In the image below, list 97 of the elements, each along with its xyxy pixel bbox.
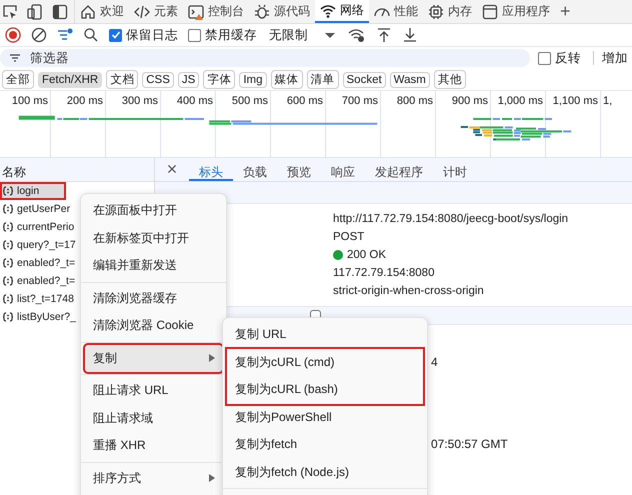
header-value: 07:50:57 GMT (431, 437, 509, 453)
clear-icon[interactable] (31, 27, 47, 43)
filter-icon[interactable] (57, 27, 73, 43)
type-filter-button[interactable]: 字体 (203, 70, 236, 89)
stop-recording-icon[interactable] (5, 27, 21, 43)
type-filter-button[interactable]: 其他 (434, 70, 466, 89)
json-icon (2, 293, 14, 305)
json-icon (2, 239, 14, 251)
type-filter-button[interactable]: 清单 (306, 70, 338, 89)
type-filter-button[interactable]: JS (178, 72, 200, 88)
menu-item[interactable]: 复制 (85, 344, 222, 372)
detail-tab[interactable]: 负载 (233, 158, 277, 181)
header-value: http://117.72.79.154:8080/jeecg-boot/sys/login (333, 213, 568, 225)
tick-label: 200 ms (66, 95, 103, 107)
download-icon[interactable] (402, 27, 418, 43)
type-filter-button[interactable]: 媒体 (270, 70, 302, 89)
menu-item[interactable]: 复制为fetch (Node.js) (227, 458, 423, 486)
panel-tab[interactable]: 控制台 (183, 0, 249, 23)
sidebar-icon[interactable] (52, 4, 68, 20)
detail-tab[interactable]: 计时 (433, 158, 477, 181)
tick-label: 700 ms (342, 95, 378, 107)
menu-item[interactable]: 清除浏览器 Cookie (85, 312, 222, 340)
wifi-icon (320, 2, 336, 18)
device-icon[interactable] (27, 4, 43, 20)
tick-label: 100 ms (12, 95, 48, 107)
tick-label: 300 ms (122, 95, 158, 107)
menu-item[interactable]: 复制 URL (227, 321, 423, 348)
tick-label: 400 ms (176, 95, 213, 107)
json-icon (2, 221, 14, 233)
type-filter-button[interactable]: Socket (342, 72, 386, 88)
column-header[interactable]: 名称 (0, 158, 154, 182)
chip-icon (428, 4, 444, 20)
tick-label: 600 ms (286, 95, 323, 107)
panel-tab[interactable]: 内存 (423, 0, 477, 23)
menu-item[interactable]: 复制为PowerShell (227, 404, 423, 431)
menu-item[interactable]: 阻止请求域 (85, 404, 222, 432)
panel-tab[interactable]: 欢迎 (75, 0, 129, 23)
json-icon (2, 311, 14, 323)
menu-item[interactable]: 重播 XHR (85, 432, 222, 460)
menu-item[interactable]: 复制为fetch (227, 431, 423, 458)
tick-label: 1,100 ms (552, 95, 598, 107)
console-icon (188, 4, 204, 20)
menu-item[interactable]: 排序方式 (85, 464, 222, 492)
home-icon (80, 4, 96, 20)
detail-tab[interactable]: 响应 (321, 158, 365, 181)
panel-tab[interactable]: 应用程序 (477, 0, 555, 23)
new-tab-button[interactable]: + (555, 0, 576, 23)
menu-item[interactable]: 在源面板中打开 (85, 197, 222, 224)
preserve-log-checkbox[interactable]: 保留日志 (109, 26, 178, 44)
more-filters-label[interactable]: 增加 (602, 50, 628, 66)
throttling-dropdown[interactable]: 无限制 (269, 26, 338, 44)
type-filter-button[interactable]: CSS (142, 72, 174, 88)
search-icon[interactable] (83, 27, 99, 43)
panel-tab[interactable]: 性能 (369, 0, 423, 23)
detail-tab[interactable]: 发起程序 (365, 158, 433, 181)
request-row[interactable]: login (0, 182, 66, 200)
menu-item[interactable]: 复制为cURL (bash) (227, 376, 423, 404)
submenu-arrow-icon (209, 474, 215, 482)
panel-tab[interactable]: 源代码 (249, 0, 315, 23)
panel-tab[interactable]: 网络 (315, 0, 369, 23)
type-filter-button[interactable]: Fetch/XHR (38, 72, 102, 88)
type-filter-button[interactable]: Wasm (390, 72, 430, 88)
window-icon (482, 4, 498, 20)
type-filter-button[interactable]: Img (239, 72, 266, 88)
panel-tab[interactable]: 元素 (129, 0, 183, 23)
close-button[interactable]: × (155, 158, 189, 181)
header-value: strict-origin-when-cross-origin (333, 285, 484, 297)
filter-input[interactable]: 筛选器 (28, 50, 128, 66)
code-icon (134, 4, 150, 20)
detail-tab[interactable]: 预览 (277, 158, 321, 181)
menu-item[interactable]: 在新标签页中打开 (85, 224, 222, 252)
type-filter-button[interactable]: 全部 (2, 70, 34, 89)
upload-icon[interactable] (376, 27, 392, 43)
tick-label: 1, (603, 95, 612, 107)
json-icon (2, 185, 14, 197)
header-value: 4 (431, 355, 439, 371)
json-icon (2, 257, 14, 269)
header-value: 117.72.79.154:8080 (333, 267, 434, 279)
submenu-arrow-icon (209, 354, 215, 362)
json-icon (2, 275, 14, 287)
tick-label: 1,000 ms (498, 95, 543, 107)
checkmark-icon (110, 30, 120, 40)
menu-item[interactable]: 复制为cURL (cmd) (227, 348, 423, 376)
tick-label: 800 ms (396, 95, 433, 107)
type-filter-button[interactable]: 文档 (106, 70, 138, 89)
menu-item[interactable]: 阻止请求 URL (85, 377, 222, 404)
header-value: 200 OK (347, 249, 386, 261)
invert-checkbox[interactable]: 反转 (538, 50, 581, 66)
header-value: POST (333, 231, 364, 243)
network-conditions-icon[interactable] (348, 27, 366, 43)
bug-icon (254, 4, 270, 20)
tick-label: 900 ms (452, 95, 488, 107)
tick-label: 500 ms (232, 95, 268, 107)
json-icon (2, 203, 14, 215)
filter-field[interactable]: 筛选器 (0, 49, 530, 67)
inspect-icon[interactable] (2, 4, 18, 20)
disable-cache-checkbox[interactable]: 禁用缓存 (188, 26, 257, 44)
